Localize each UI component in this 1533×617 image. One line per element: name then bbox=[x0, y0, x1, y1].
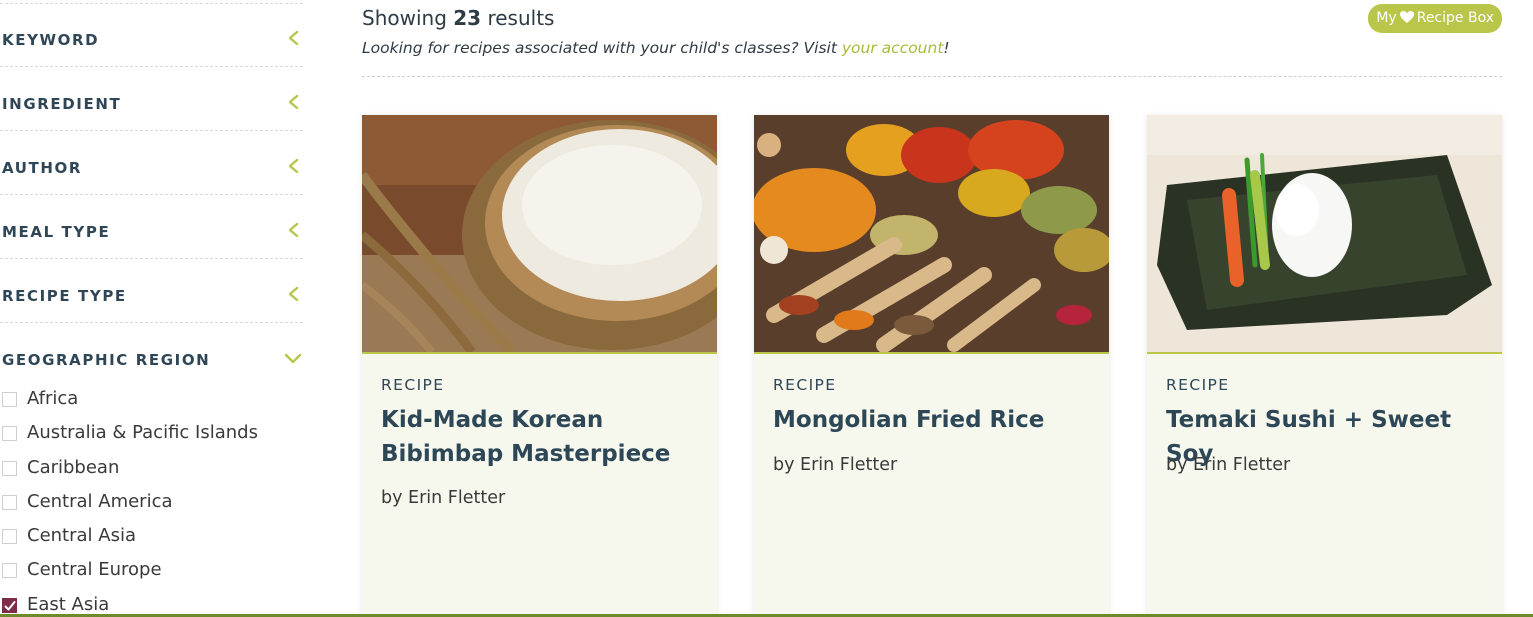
recipe-box-my: My bbox=[1376, 10, 1397, 26]
facet-author-label: AUTHOR bbox=[2, 159, 83, 177]
showing-suffix: results bbox=[487, 6, 555, 30]
filter-sidebar: KEYWORD INGREDIENT AUTHOR MEAL TYPE RECI… bbox=[0, 0, 303, 617]
card-author: by Erin Fletter bbox=[773, 455, 898, 475]
card-accent-bar bbox=[362, 352, 717, 354]
region-option-australia-pacific[interactable]: Australia & Pacific Islands bbox=[0, 418, 300, 443]
checkbox[interactable] bbox=[2, 392, 17, 407]
card-accent-bar bbox=[754, 352, 1109, 354]
chevron-left-icon[interactable] bbox=[287, 223, 301, 237]
checkbox[interactable] bbox=[2, 426, 17, 441]
showing-prefix: Showing bbox=[362, 6, 447, 30]
result-count: 23 bbox=[453, 6, 482, 30]
account-note-text: Looking for recipes associated with your… bbox=[362, 39, 837, 57]
region-option-caribbean[interactable]: Caribbean bbox=[0, 453, 300, 478]
checkbox[interactable] bbox=[2, 563, 17, 578]
checkbox[interactable] bbox=[2, 461, 17, 476]
results-area: Showing 23 results Looking for recipes a… bbox=[362, 0, 1502, 617]
spices-photo[interactable] bbox=[754, 115, 1109, 352]
account-note-end: ! bbox=[943, 39, 950, 57]
card-title[interactable]: Mongolian Fried Rice bbox=[773, 403, 1093, 437]
region-option-africa[interactable]: Africa bbox=[0, 384, 300, 409]
header-divider bbox=[362, 76, 1502, 77]
facet-geographic-region[interactable]: GEOGRAPHIC REGION bbox=[0, 323, 303, 387]
card-type-label: RECIPE bbox=[1166, 376, 1230, 394]
facet-recipe-type[interactable]: RECIPE TYPE bbox=[0, 259, 303, 323]
region-label: Africa bbox=[27, 388, 79, 409]
region-label: Central Asia bbox=[27, 525, 136, 546]
chevron-left-icon[interactable] bbox=[287, 31, 301, 45]
results-count-heading: Showing 23 results bbox=[362, 6, 554, 30]
my-recipe-box-button[interactable]: My Recipe Box bbox=[1368, 4, 1502, 33]
facet-meal-type-label: MEAL TYPE bbox=[2, 223, 111, 241]
facet-ingredient[interactable]: INGREDIENT bbox=[0, 67, 303, 131]
region-option-central-america[interactable]: Central America bbox=[0, 487, 300, 512]
account-note: Looking for recipes associated with your… bbox=[362, 39, 950, 57]
recipe-card[interactable]: RECIPE Mongolian Fried Rice by Erin Flet… bbox=[754, 115, 1109, 617]
checkbox[interactable] bbox=[2, 495, 17, 510]
card-type-label: RECIPE bbox=[773, 376, 837, 394]
region-option-central-europe[interactable]: Central Europe bbox=[0, 555, 300, 580]
region-label: Caribbean bbox=[27, 457, 120, 478]
region-label: Central Europe bbox=[27, 559, 162, 580]
card-author: by Erin Fletter bbox=[1166, 455, 1291, 475]
region-label: Central America bbox=[27, 491, 173, 512]
facet-ingredient-label: INGREDIENT bbox=[2, 95, 122, 113]
facet-keyword-label: KEYWORD bbox=[2, 31, 100, 49]
region-option-east-asia[interactable]: East Asia bbox=[0, 590, 300, 615]
facet-meal-type[interactable]: MEAL TYPE bbox=[0, 195, 303, 259]
card-author: by Erin Fletter bbox=[381, 488, 506, 508]
card-type-label: RECIPE bbox=[381, 376, 445, 394]
chevron-left-icon[interactable] bbox=[287, 95, 301, 109]
recipe-card[interactable]: RECIPE Kid-Made Korean Bibimbap Masterpi… bbox=[362, 115, 717, 617]
checkmark-icon bbox=[4, 601, 16, 611]
card-accent-bar bbox=[1147, 352, 1502, 354]
region-label: East Asia bbox=[27, 594, 110, 615]
facet-keyword[interactable]: KEYWORD bbox=[0, 3, 303, 67]
chevron-left-icon[interactable] bbox=[287, 159, 301, 173]
heart-icon bbox=[1399, 6, 1415, 35]
region-label: Australia & Pacific Islands bbox=[27, 422, 258, 443]
your-account-link[interactable]: your account bbox=[842, 39, 944, 57]
facet-geographic-region-label: GEOGRAPHIC REGION bbox=[2, 351, 211, 369]
recipe-card[interactable]: RECIPE Temaki Sushi + Sweet Soy by Erin … bbox=[1147, 115, 1502, 617]
region-option-central-asia[interactable]: Central Asia bbox=[0, 521, 300, 546]
recipe-box-label: Recipe Box bbox=[1416, 10, 1494, 26]
sushi-seaweed-photo[interactable] bbox=[1147, 115, 1502, 352]
card-title[interactable]: Kid-Made Korean Bibimbap Masterpiece bbox=[381, 403, 701, 471]
checkbox[interactable] bbox=[2, 529, 17, 544]
facet-author[interactable]: AUTHOR bbox=[0, 131, 303, 195]
rice-bowl-photo[interactable] bbox=[362, 115, 717, 352]
chevron-left-icon[interactable] bbox=[287, 287, 301, 301]
chevron-down-icon[interactable] bbox=[284, 351, 302, 365]
checkbox-checked[interactable] bbox=[2, 598, 17, 613]
facet-recipe-type-label: RECIPE TYPE bbox=[2, 287, 127, 305]
